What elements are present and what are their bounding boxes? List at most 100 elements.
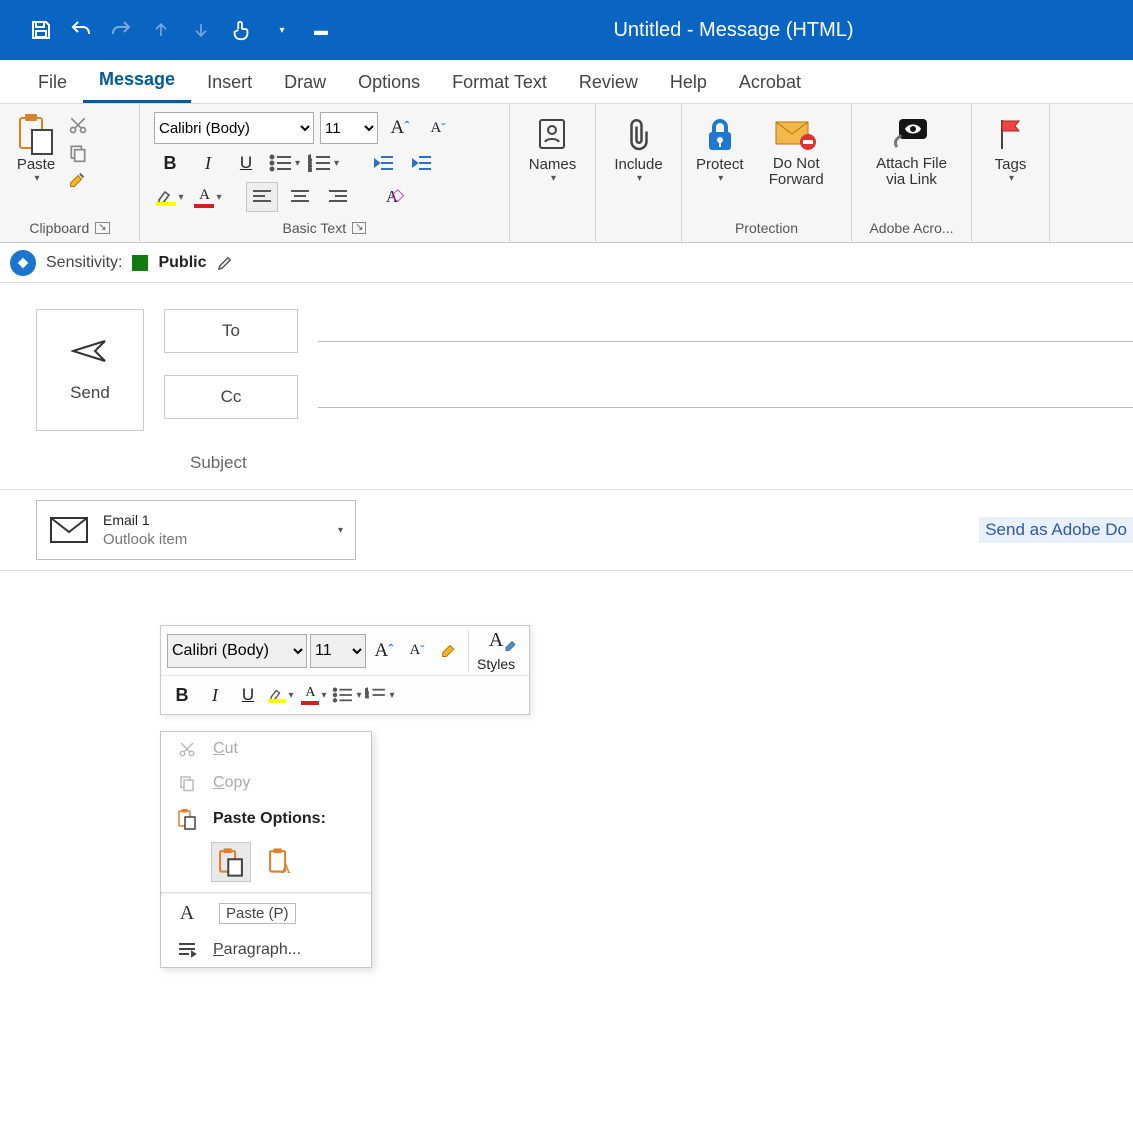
next-icon[interactable]	[188, 17, 214, 43]
qat-dropdown-icon[interactable]: ▾	[268, 17, 294, 43]
italic-button[interactable]: I	[192, 148, 224, 178]
sensitivity-edit-icon[interactable]	[216, 254, 234, 272]
attachment-row: Email 1 Outlook item ▾ Send as Adobe Do	[0, 489, 1133, 571]
decrease-font-icon[interactable]: Aˇ	[422, 113, 454, 143]
touch-mode-icon[interactable]	[228, 17, 254, 43]
tab-format-text[interactable]: Format Text	[436, 62, 563, 103]
attachment-dropdown-icon[interactable]: ▾	[336, 525, 343, 536]
protect-label: Protect	[696, 156, 744, 173]
paste-keep-source-button[interactable]	[211, 842, 251, 882]
tab-review[interactable]: Review	[563, 62, 654, 103]
bullets-button[interactable]: ▾	[268, 148, 301, 178]
subject-row: Subject	[0, 431, 1133, 489]
paragraph-icon	[175, 941, 199, 959]
quick-access-toolbar: ▾ ▬	[0, 17, 334, 43]
paste-icon	[14, 112, 58, 156]
tags-button[interactable]: Tags ▾	[983, 110, 1039, 214]
mini-increase-font-icon[interactable]: Aˆ	[369, 635, 399, 667]
align-center-button[interactable]	[284, 182, 316, 212]
names-button[interactable]: Names ▾	[523, 110, 583, 214]
paste-button[interactable]: Paste ▾	[8, 110, 64, 214]
names-label: Names	[529, 156, 577, 173]
ctx-cut-label: Cut	[213, 740, 238, 758]
to-input[interactable]	[318, 321, 1133, 342]
basic-text-dialog-launcher[interactable]: ↘	[352, 222, 366, 234]
mini-decrease-font-icon[interactable]: Aˇ	[402, 635, 432, 667]
send-as-adobe-link[interactable]: Send as Adobe Do	[979, 517, 1133, 543]
chevron-down-icon: ▾	[1007, 173, 1014, 184]
copy-icon[interactable]	[66, 142, 90, 164]
previous-icon[interactable]	[148, 17, 174, 43]
tab-insert[interactable]: Insert	[191, 62, 268, 103]
tab-draw[interactable]: Draw	[268, 62, 342, 103]
mini-highlight-button[interactable]: ▾	[266, 679, 296, 711]
qat-customize-icon[interactable]: ▬	[308, 17, 334, 43]
ctx-paragraph[interactable]: Paragraph...	[161, 933, 371, 967]
mini-numbering-button[interactable]: 12▾	[365, 679, 395, 711]
mini-italic-button[interactable]: I	[200, 679, 230, 711]
mini-styles-button[interactable]: A Styles	[468, 629, 523, 672]
do-not-forward-icon	[774, 112, 818, 156]
group-basic-text: Calibri (Body) 11 Aˆ Aˇ B I U ▾ 123▾	[140, 104, 510, 242]
font-name-select[interactable]: Calibri (Body)	[154, 112, 314, 144]
cc-input[interactable]	[318, 387, 1133, 408]
format-painter-icon[interactable]	[66, 170, 90, 192]
font-size-select[interactable]: 11	[320, 112, 378, 144]
adobe-attach-label: Attach File via Link	[866, 156, 957, 188]
tab-message[interactable]: Message	[83, 59, 191, 103]
tab-file[interactable]: File	[22, 62, 83, 103]
group-names: Names ▾	[510, 104, 596, 242]
save-icon[interactable]	[28, 17, 54, 43]
numbering-button[interactable]: 123▾	[307, 148, 340, 178]
mini-bullets-button[interactable]: ▾	[332, 679, 362, 711]
ctx-copy[interactable]: Copy	[161, 766, 371, 800]
paste-text-only-button[interactable]: A	[261, 842, 301, 882]
mini-font-color-button[interactable]: A▾	[299, 679, 329, 711]
mini-font-name[interactable]: Calibri (Body)	[167, 634, 307, 668]
redo-icon[interactable]	[108, 17, 134, 43]
protect-button[interactable]: Protect ▾	[690, 110, 750, 214]
bold-button[interactable]: B	[154, 148, 186, 178]
decrease-indent-icon[interactable]	[368, 148, 400, 178]
ctx-cut[interactable]: Cut	[161, 732, 371, 766]
send-button[interactable]: Send	[36, 309, 144, 431]
do-not-forward-button[interactable]: Do Not Forward	[750, 110, 843, 214]
underline-button[interactable]: U	[230, 148, 262, 178]
to-button[interactable]: To	[164, 309, 298, 353]
svg-text:3: 3	[308, 168, 312, 172]
tab-help[interactable]: Help	[654, 62, 723, 103]
attach-file-via-link-button[interactable]: Attach File via Link	[860, 110, 963, 214]
include-button[interactable]: Include ▾	[608, 110, 668, 214]
cc-button[interactable]: Cc	[164, 375, 298, 419]
ctx-paste-options-label: Paste Options:	[213, 810, 326, 828]
adobe-group-label: Adobe Acro...	[869, 220, 953, 236]
highlight-color-button[interactable]: ▾	[154, 182, 186, 212]
increase-indent-icon[interactable]	[406, 148, 438, 178]
tab-options[interactable]: Options	[342, 62, 436, 103]
mini-bold-button[interactable]: B	[167, 679, 197, 711]
address-book-icon	[530, 112, 574, 156]
paste-icon	[175, 808, 199, 830]
chevron-down-icon: ▾	[716, 173, 723, 184]
group-tags: Tags ▾	[972, 104, 1050, 242]
clear-formatting-icon[interactable]: A◇	[376, 182, 408, 212]
ctx-font[interactable]: A Paste (P)	[161, 894, 371, 933]
mini-format-painter-icon[interactable]	[435, 635, 465, 667]
tab-acrobat[interactable]: Acrobat	[723, 62, 817, 103]
cut-icon[interactable]	[66, 114, 90, 136]
attachment-item[interactable]: Email 1 Outlook item ▾	[36, 500, 356, 560]
mini-font-size[interactable]: 11	[310, 634, 366, 668]
clipboard-dialog-launcher[interactable]: ↘	[95, 222, 109, 234]
basic-text-group-label: Basic Text	[283, 220, 347, 236]
align-left-button[interactable]	[246, 182, 278, 212]
attachment-type: Outlook item	[103, 530, 187, 550]
undo-icon[interactable]	[68, 17, 94, 43]
align-right-button[interactable]	[322, 182, 354, 212]
font-color-button[interactable]: A▾	[192, 182, 224, 212]
increase-font-icon[interactable]: Aˆ	[384, 113, 416, 143]
subject-input[interactable]	[267, 453, 1133, 473]
sensitivity-tag-icon[interactable]	[10, 250, 36, 276]
sensitivity-bar: Sensitivity: Public	[0, 243, 1133, 283]
mini-underline-button[interactable]: U	[233, 679, 263, 711]
group-include: Include ▾	[596, 104, 682, 242]
